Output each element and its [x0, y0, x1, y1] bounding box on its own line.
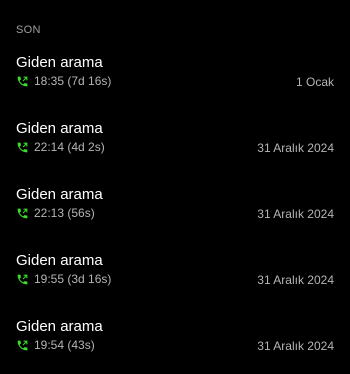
call-meta: 18:35 (7d 16s) — [16, 74, 111, 88]
outgoing-call-icon — [16, 75, 29, 88]
call-date: 31 Aralık 2024 — [257, 339, 334, 353]
call-log-item[interactable]: Giden arama 19:54 (43s) 31 Aralık 2024 — [0, 308, 350, 374]
call-history-screen: SON Giden arama 18:35 (7d 16s) 1 Ocak Gi… — [0, 0, 350, 353]
outgoing-call-icon — [16, 141, 29, 154]
call-log-item[interactable]: Giden arama 22:13 (56s) 31 Aralık 2024 — [0, 176, 350, 242]
call-date: 1 Ocak — [295, 75, 334, 89]
call-type-label: Giden arama — [16, 252, 103, 269]
call-type-label: Giden arama — [16, 54, 103, 71]
call-date: 31 Aralık 2024 — [257, 141, 334, 155]
call-log-item[interactable]: Giden arama 22:14 (4d 2s) 31 Aralık 2024 — [0, 110, 350, 176]
outgoing-call-icon — [16, 273, 29, 286]
call-date: 31 Aralık 2024 — [257, 207, 334, 221]
call-time-duration: 19:55 (3d 16s) — [34, 272, 112, 286]
call-type-label: Giden arama — [16, 318, 103, 335]
call-time-duration: 18:35 (7d 16s) — [34, 74, 112, 88]
call-date: 31 Aralık 2024 — [257, 273, 334, 287]
call-time-duration: 22:13 (56s) — [34, 206, 95, 220]
call-log-item[interactable]: Giden arama 18:35 (7d 16s) 1 Ocak — [0, 44, 350, 110]
call-type-label: Giden arama — [16, 186, 103, 203]
call-time-duration: 22:14 (4d 2s) — [34, 140, 105, 154]
outgoing-call-icon — [16, 207, 29, 220]
call-log-item[interactable]: Giden arama 19:55 (3d 16s) 31 Aralık 202… — [0, 242, 350, 308]
call-meta: 19:55 (3d 16s) — [16, 272, 111, 286]
call-meta: 22:13 (56s) — [16, 206, 95, 220]
call-list: Giden arama 18:35 (7d 16s) 1 Ocak Giden … — [0, 44, 350, 374]
section-header-recent: SON — [16, 24, 41, 36]
call-type-label: Giden arama — [16, 120, 103, 137]
call-meta: 22:14 (4d 2s) — [16, 140, 105, 154]
